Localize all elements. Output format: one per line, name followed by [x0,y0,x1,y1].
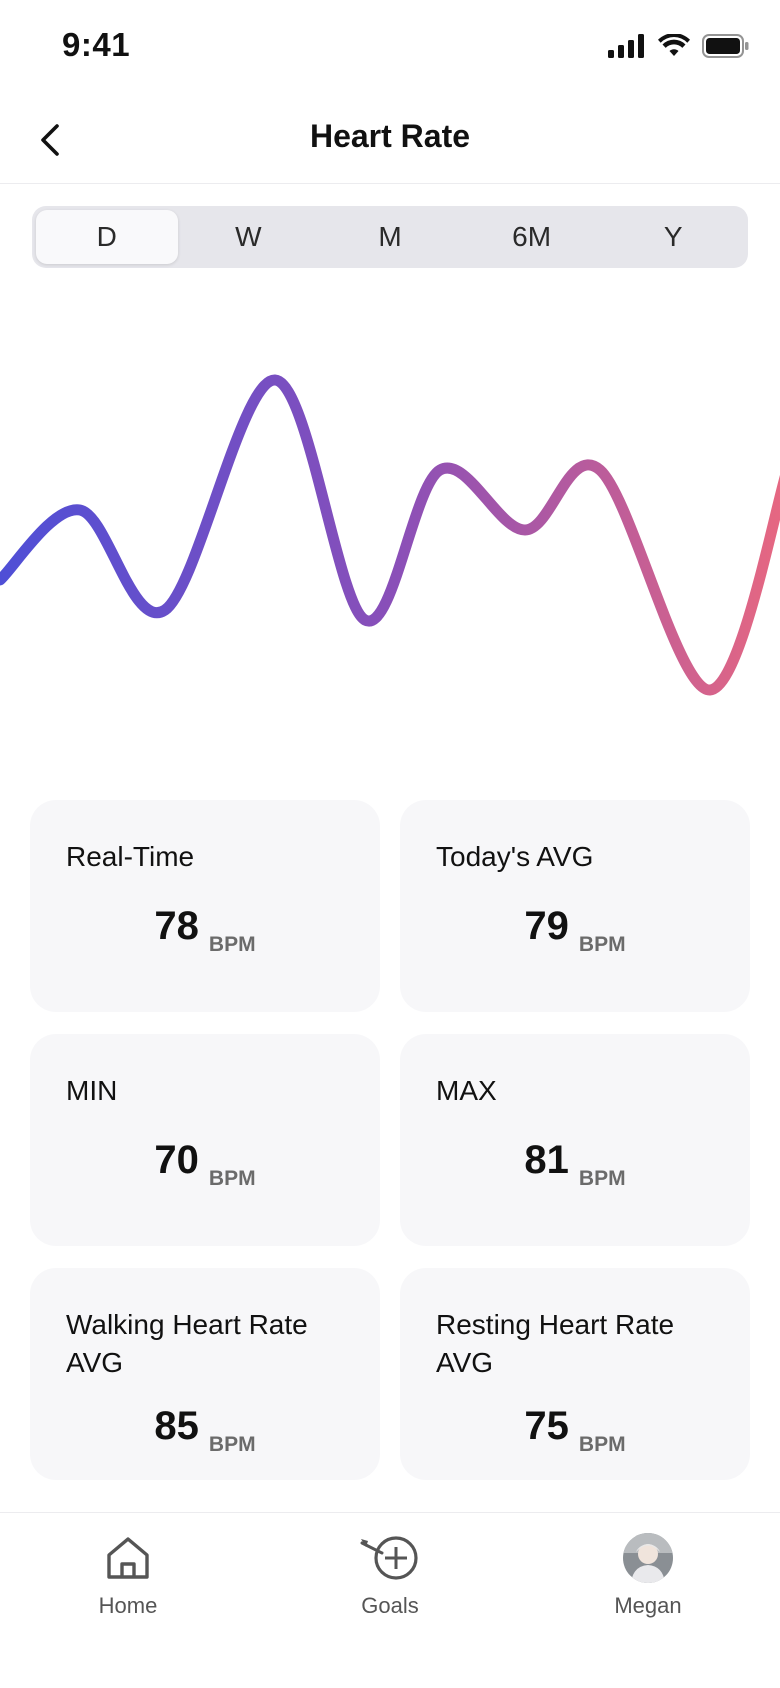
stat-card-todays-avg[interactable]: Today's AVG 79 BPM [400,800,750,1012]
tab-label: Goals [361,1593,419,1618]
stat-label: Real-Time [66,841,195,872]
stat-value-group: 85 BPM [30,1404,380,1456]
time-range-selector: D W M 6M Y [32,206,748,268]
status-bar: 9:41 [0,0,780,96]
heart-rate-chart [0,374,780,696]
nav-header: Heart Rate [0,96,780,184]
stat-value: 78 [154,904,199,948]
stat-value: 79 [524,904,569,948]
status-time: 9:41 [62,26,131,63]
stat-value: 70 [154,1138,199,1182]
stat-card-resting-heart-rate[interactable]: Resting Heart Rate AVG 75 BPM [400,1268,750,1480]
stat-label: MAX [436,1075,497,1106]
tab-home[interactable]: Home [48,1533,208,1619]
stat-value: 75 [524,1404,569,1448]
stat-card-min[interactable]: MIN 70 BPM [30,1034,380,1246]
bottom-tab-bar: Home Goals Megan [0,1512,780,1688]
heart-rate-line-series [0,374,780,696]
stat-value: 85 [154,1404,199,1448]
avatar-photo [623,1533,673,1583]
wifi-icon [658,34,690,56]
range-tab-year[interactable]: Y [602,210,744,264]
stat-value-group: 78 BPM [30,904,380,956]
status-icons [608,34,750,58]
tab-profile[interactable]: Megan [568,1533,728,1619]
stat-value-group: 79 BPM [400,904,750,956]
stat-label: Resting Heart Rate AVG [436,1309,675,1378]
tab-label: Megan [614,1593,682,1618]
stat-card-max[interactable]: MAX 81 BPM [400,1034,750,1246]
stat-label: MIN [66,1075,118,1106]
stat-card-walking-heart-rate[interactable]: Walking Heart Rate AVG 85 BPM [30,1268,380,1480]
range-tab-week[interactable]: W [178,210,320,264]
target-icon [360,1536,418,1580]
stat-unit: BPM [208,1167,256,1190]
stat-unit: BPM [578,1167,626,1190]
stat-unit: BPM [578,1433,626,1456]
stats-grid: Real-Time 78 BPM Today's AVG 79 BPM MIN … [30,800,750,1480]
stat-value-group: 81 BPM [400,1138,750,1190]
stat-label: Today's AVG [436,841,594,872]
tab-goals[interactable]: Goals [310,1533,470,1619]
heart-rate-screen: 9:41 Heart Rate D W M 6M Y Real-Time 78 … [0,0,780,1688]
stat-value: 81 [524,1138,569,1182]
avatar [623,1533,673,1583]
stat-label: Walking Heart Rate AVG [66,1309,308,1378]
stat-unit: BPM [208,1433,256,1456]
range-tab-6-months[interactable]: 6M [461,210,603,264]
range-tab-day[interactable]: D [36,210,178,264]
stat-value-group: 75 BPM [400,1404,750,1456]
tab-label: Home [98,1593,158,1618]
stat-card-real-time[interactable]: Real-Time 78 BPM [30,800,380,1012]
stat-value-group: 70 BPM [30,1138,380,1190]
page-title: Heart Rate [309,118,471,154]
cellular-signal-icon [608,34,644,58]
battery-icon [702,34,749,58]
home-icon [107,1537,149,1579]
stat-unit: BPM [208,933,256,956]
stat-unit: BPM [578,933,626,956]
range-tab-month[interactable]: M [319,210,461,264]
